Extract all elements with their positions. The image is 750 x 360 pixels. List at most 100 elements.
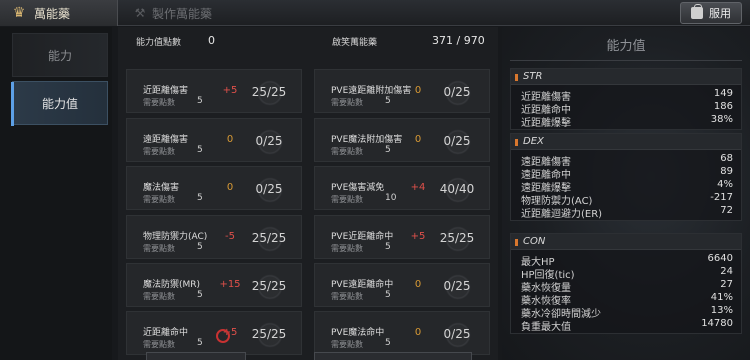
need-points-label: 需要點數: [143, 195, 175, 204]
stat-value: 14780: [701, 318, 733, 329]
stat-section-str: STR 近距離傷害 149 近距離命中 186 近距離爆擊 38%: [510, 68, 742, 130]
tab-elixir-label: 萬能藥: [34, 6, 71, 21]
level-value: 25/25: [251, 279, 287, 293]
level-value: 0/25: [443, 327, 471, 341]
ability-name: PVE魔法命中: [331, 328, 385, 338]
level-value: 0/25: [443, 134, 471, 148]
ability-name: 遠距離傷害: [143, 135, 189, 145]
ability-panel: 能力值點數 0 啟笑萬能藥 371 / 970 近距離傷害 需要點數 5 +5 25/2…: [118, 27, 498, 360]
ability-card[interactable]: 近距離傷害 需要點數 5 +5 25/25: [126, 69, 302, 113]
tab-elixir[interactable]: ♛ 萬能藥: [0, 0, 118, 26]
stat-label: 近距離迴避力(ER): [521, 209, 603, 220]
bonus-value: +5: [410, 231, 426, 242]
stat-value: 149: [713, 88, 733, 99]
level-badge: 0/25: [249, 129, 289, 155]
need-points-label: 需要點數: [331, 340, 363, 349]
level-value: 40/40: [439, 182, 475, 196]
stat-row: 物理防禦力(AC) -217: [511, 192, 741, 207]
need-points-value: 5: [197, 290, 203, 300]
bonus-value: +4: [410, 182, 426, 193]
section-title: CON: [523, 236, 546, 247]
level-badge: 0/25: [437, 129, 477, 155]
stat-value: 68: [720, 153, 733, 164]
stat-row: 近距離命中 186: [511, 101, 741, 116]
stat-value: 38%: [710, 114, 733, 125]
ability-name: 魔法傷害: [143, 183, 180, 193]
bonus-value: 0: [414, 279, 422, 290]
stat-row: 遠距離命中 89: [511, 166, 741, 181]
ability-card[interactable]: 近距離命中 需要點數 5 +5 25/25: [126, 311, 302, 355]
level-badge: 25/25: [249, 322, 289, 348]
ability-card[interactable]: PVE近距離命中 需要點數 5 +5 25/25: [314, 215, 490, 259]
section-header: DEX: [511, 134, 741, 150]
stat-row: 藥水恢復量 27: [511, 279, 741, 294]
stat-label: 負重最大值: [521, 322, 571, 333]
tab-craft-elixir[interactable]: ⚒ 製作萬能藥: [126, 0, 246, 26]
ability-card[interactable]: 物理防禦力(AC) 需要點數 5 -5 25/25: [126, 215, 302, 259]
stat-value: 186: [713, 101, 733, 112]
ability-card[interactable]: 遠距離傷害 需要點數 5 0 0/25: [126, 118, 302, 162]
apply-button[interactable]: [314, 352, 472, 360]
level-badge: 25/25: [249, 274, 289, 300]
level-value: 25/25: [251, 327, 287, 341]
level-badge: 0/25: [437, 80, 477, 106]
stat-value: 24: [720, 266, 733, 277]
level-value: 25/25: [251, 85, 287, 99]
need-points-value: 5: [385, 290, 391, 300]
bonus-value: +15: [219, 279, 241, 290]
section-title: STR: [523, 71, 543, 82]
level-badge: 0/25: [437, 274, 477, 300]
level-badge: 25/25: [249, 80, 289, 106]
level-value: 0/25: [443, 279, 471, 293]
need-points-label: 需要點數: [331, 244, 363, 253]
stat-value: 4%: [717, 179, 733, 190]
stat-value: 89: [720, 166, 733, 177]
stat-value: -217: [710, 192, 733, 203]
reset-button[interactable]: [146, 352, 246, 360]
sidebar-item-label: 能力: [47, 48, 72, 63]
need-points-value: 5: [197, 145, 203, 155]
stat-row: 遠距離傷害 68: [511, 153, 741, 168]
section-title: DEX: [523, 136, 544, 147]
sidebar: 能力 能力值: [0, 27, 112, 360]
stat-value: 41%: [710, 292, 733, 303]
section-header: STR: [511, 69, 741, 85]
bonus-value: 0: [414, 327, 422, 338]
tab-craft-elixir-label: 製作萬能藥: [152, 6, 213, 21]
stat-value: 13%: [710, 305, 733, 316]
crown-icon: ♛: [12, 5, 26, 21]
ability-name: 近距離命中: [143, 328, 189, 338]
ability-card[interactable]: 魔法防禦(MR) 需要點數 5 +15 25/25: [126, 263, 302, 307]
ability-card[interactable]: PVE傷害減免 需要點數 10 +4 40/40: [314, 166, 490, 210]
ability-card[interactable]: PVE遠距離命中 需要點數 5 0 0/25: [314, 263, 490, 307]
stat-row: 遠距離爆擊 4%: [511, 179, 741, 194]
need-points-label: 需要點數: [143, 147, 175, 156]
stat-row: 近距離迴避力(ER) 72: [511, 205, 741, 220]
need-points-label: 需要點數: [143, 292, 175, 301]
divider: [510, 60, 742, 61]
stat-row: 藥水恢復率 41%: [511, 292, 741, 307]
use-button[interactable]: 服用: [680, 2, 742, 24]
need-points-value: 5: [197, 96, 203, 106]
need-points-value: 5: [197, 242, 203, 252]
ability-card[interactable]: PVE魔法命中 需要點數 5 0 0/25: [314, 311, 490, 355]
ability-name: 物理防禦力(AC): [143, 232, 208, 242]
sidebar-item-stats[interactable]: 能力值: [11, 81, 108, 126]
level-badge: 25/25: [437, 226, 477, 252]
bonus-value: 0: [414, 85, 422, 96]
ability-name: PVE魔法附加傷害: [331, 135, 403, 145]
ability-card[interactable]: 魔法傷害 需要點數 5 0 0/25: [126, 166, 302, 210]
ability-card[interactable]: PVE魔法附加傷害 需要點數 5 0 0/25: [314, 118, 490, 162]
need-points-label: 需要點數: [143, 244, 175, 253]
need-points-value: 5: [385, 96, 391, 106]
need-points-label: 需要點數: [143, 98, 175, 107]
ability-card[interactable]: PVE遠距離附加傷害 需要點數 5 0 0/25: [314, 69, 490, 113]
stat-row: HP回復(tic) 24: [511, 266, 741, 281]
bonus-value: 0: [414, 134, 422, 145]
elixir-label: 啟笑萬能藥: [332, 38, 378, 48]
stat-value: 27: [720, 279, 733, 290]
sidebar-item-ability[interactable]: 能力: [12, 33, 108, 77]
level-badge: 40/40: [437, 177, 477, 203]
level-badge: 0/25: [249, 177, 289, 203]
need-points-label: 需要點數: [331, 195, 363, 204]
